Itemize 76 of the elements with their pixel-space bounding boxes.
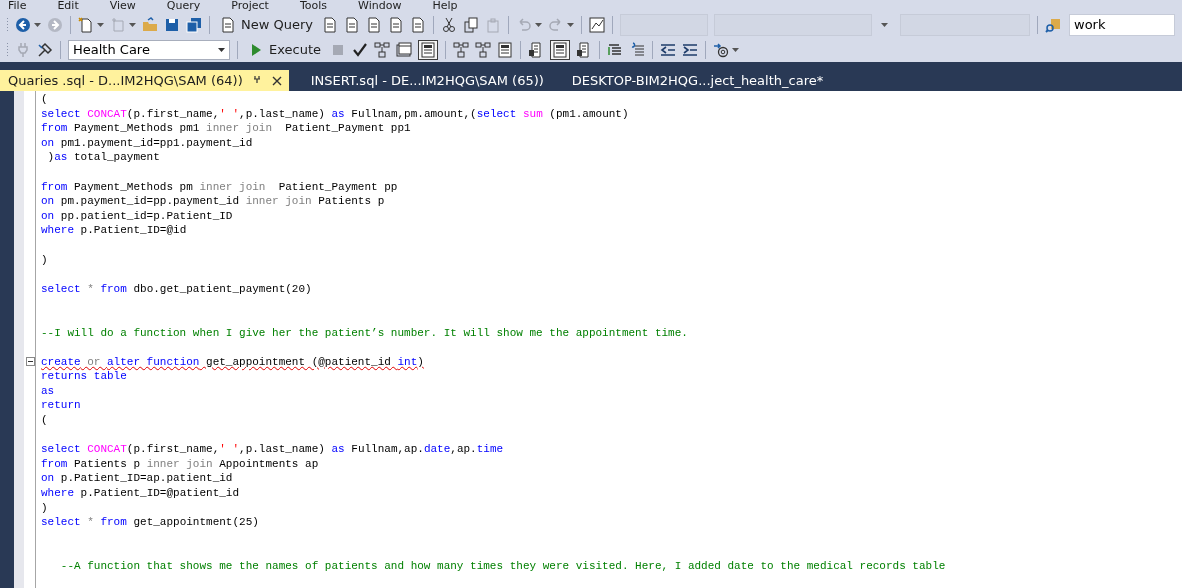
caret-icon[interactable] (567, 22, 574, 27)
menu-item[interactable]: Help (432, 0, 458, 12)
code-line: create or alter function get_appointment (@patient_id int) (41, 354, 425, 370)
document-tab[interactable]: INSERT.sql - DE...IM2HQG\SAM (65)) (302, 70, 550, 91)
document-tab[interactable]: Quaries .sql - D...IM2HQG\SAM (64)) (0, 70, 289, 91)
code-line: from Payment_Methods pm inner join Patient_Payment pp (41, 179, 399, 195)
diagram-icon[interactable] (453, 41, 469, 58)
code-line: select * from get_appointment(25) (41, 515, 260, 530)
new-query-button[interactable]: New Query (217, 16, 316, 33)
database-dropdown[interactable]: Health Care (68, 39, 230, 60)
caret-icon[interactable] (535, 22, 542, 27)
search-field[interactable]: work (1069, 13, 1175, 36)
code-line: --A function that shows me the names of patients and how many times they were visited. Here, I added date to the medical records table (59, 559, 946, 574)
caret-icon[interactable] (97, 22, 104, 27)
code-line: from Patients p inner join Appointments ap (41, 456, 320, 472)
parameters-icon[interactable] (713, 41, 729, 58)
code-line: from Payment_Methods pm1 inner join Patient_Payment pp1 (41, 121, 412, 136)
grid-results-icon[interactable] (552, 41, 568, 58)
menu-item[interactable]: Window (358, 0, 402, 12)
comment-icon[interactable] (607, 41, 623, 58)
check-icon[interactable] (352, 41, 368, 58)
execute-button[interactable]: Execute (245, 41, 324, 58)
indent-icon[interactable] (682, 41, 698, 58)
document-icon (220, 16, 236, 33)
close-icon[interactable] (270, 74, 283, 87)
file-results-icon[interactable] (576, 41, 592, 58)
save-all-icon[interactable] (186, 16, 202, 33)
outdent-icon[interactable] (660, 41, 676, 58)
tab-label: DESKTOP-BIM2HQG...ject_health_care* (571, 73, 824, 88)
caret-icon[interactable] (881, 22, 888, 27)
save-icon[interactable] (164, 16, 180, 33)
code-line: ( (41, 413, 49, 428)
chart-icon[interactable] (589, 16, 605, 33)
tab-label: Quaries .sql - D...IM2HQG\SAM (64)) (8, 73, 243, 88)
copy-icon[interactable] (463, 16, 479, 33)
tab-label: INSERT.sql - DE...IM2HQG\SAM (65)) (310, 73, 544, 88)
menu-item[interactable]: Tools (299, 0, 328, 12)
code-line: on pm1.payment_id=pp1.payment_id (41, 135, 254, 151)
caret-icon[interactable] (129, 22, 136, 27)
uncomment-icon[interactable] (629, 41, 645, 58)
document-tab[interactable]: DESKTOP-BIM2HQG...ject_health_care* (563, 70, 830, 91)
code-line: ) (41, 252, 49, 268)
code-line: select CONCAT(p.first_name,' ',p.last_name) as Fullnam,pm.amount,(select sum (pm1.amount) (41, 106, 630, 122)
menu-item[interactable]: Query (166, 0, 201, 12)
window-icon[interactable] (396, 41, 412, 58)
code-line: return (41, 398, 82, 414)
open-folder-icon[interactable] (142, 16, 158, 33)
menu-item[interactable]: File (8, 0, 27, 12)
code-line: on pm.payment_id=pp.payment_id inner join Patients p (41, 194, 386, 209)
menu-item[interactable]: View (109, 0, 136, 12)
code-line: where p.Patient_ID=@patient_id (41, 486, 241, 501)
code-line: ( (41, 92, 49, 107)
results-icon[interactable] (420, 41, 436, 58)
overflow-icon[interactable] (732, 47, 739, 52)
code-line: select CONCAT(p.first_name,' ',p.last_name) as Fullnam,ap.date,ap.time (41, 442, 505, 457)
code-line: ) (41, 500, 49, 516)
menu-item[interactable]: Edit (57, 0, 79, 12)
diagram-icon[interactable] (374, 41, 390, 58)
code-line: )as total_payment (46, 150, 161, 165)
menu-item[interactable]: Project (231, 0, 269, 12)
code-line: on pp.patient_id=p.Patient_ID (41, 208, 234, 224)
code-line: on p.Patient_ID=ap.patient_id (41, 471, 234, 487)
cut-icon[interactable] (441, 16, 457, 33)
code-line: as (41, 383, 56, 399)
find-in-files-icon[interactable] (1045, 16, 1061, 33)
code-line: where p.Patient_ID=@id (41, 223, 188, 238)
code-line: returns table (41, 369, 128, 384)
text-results-icon[interactable] (528, 41, 544, 58)
back-icon[interactable] (15, 16, 31, 33)
code-line: select * from dbo.get_patient_payment(20) (41, 281, 313, 297)
collapse-icon[interactable] (26, 357, 35, 367)
code-line: --I will do a function when I give her the patient’s number. It will show me the appointment time. (41, 325, 689, 341)
caret-icon (218, 47, 225, 52)
diagram-icon[interactable] (475, 41, 491, 58)
new-document-icon[interactable] (78, 16, 94, 33)
caret-icon[interactable] (34, 22, 41, 27)
